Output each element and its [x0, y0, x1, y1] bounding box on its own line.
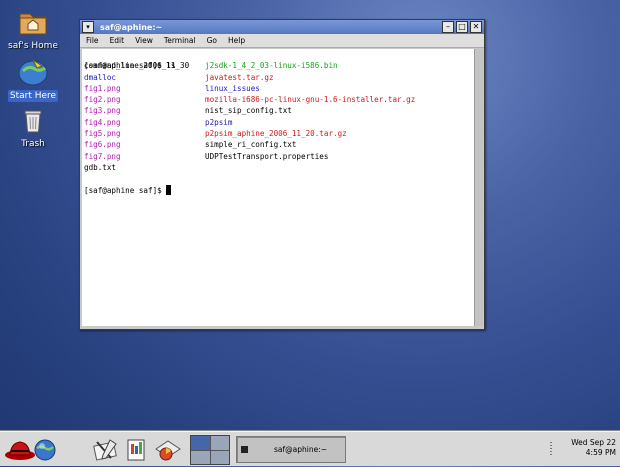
- ls-listing: command_line_2006_11_30 j2sdk-1_4_2_03-li…: [82, 60, 474, 173]
- file-entry: linux_issues: [205, 83, 260, 93]
- menu-terminal[interactable]: Terminal: [164, 36, 196, 45]
- file-entry: fig5.png: [84, 129, 121, 139]
- terminal-window: ▾ saf@aphine:~ – □ ✕ File Edit View Term…: [79, 19, 485, 330]
- file-entry: simple_ri_config.txt: [205, 140, 297, 150]
- text-cursor: [166, 184, 172, 195]
- file-entry: j2sdk-1_4_2_03-linux-i586.bin: [205, 61, 338, 71]
- ls-row: fig6.png simple_ri_config.txt: [82, 139, 474, 150]
- terminal-prompt: [saf@aphine saf]$: [84, 185, 167, 195]
- maximize-button[interactable]: □: [456, 21, 468, 33]
- close-button[interactable]: ✕: [470, 21, 482, 33]
- file-entry: fig1.png: [84, 83, 121, 93]
- file-entry: UDPTestTransport.properties: [205, 151, 329, 161]
- menu-help[interactable]: Help: [228, 36, 245, 45]
- window-title: saf@aphine:~: [100, 22, 163, 32]
- menu-go[interactable]: Go: [207, 36, 217, 45]
- minimize-button[interactable]: –: [442, 21, 454, 33]
- bottom-panel: saf@aphine:~ Wed Sep 22 4:59 PM: [0, 431, 620, 466]
- desktop-icon-trash[interactable]: Trash: [3, 104, 63, 150]
- workspace-3[interactable]: [191, 450, 210, 464]
- file-entry: fig4.png: [84, 117, 121, 127]
- terminal-prompt-line: [saf@aphine saf]$: [82, 173, 474, 195]
- clock-date: Wed Sep 22: [571, 438, 616, 447]
- ls-row: fig1.png linux_issues: [82, 83, 474, 94]
- file-entry: fig3.png: [84, 106, 121, 116]
- ls-row: fig4.png p2psim: [82, 117, 474, 128]
- file-entry: fig7.png: [84, 151, 121, 161]
- email-icon[interactable]: [92, 437, 120, 467]
- terminal-line: [saf@aphine saf]$ ls: [82, 49, 474, 70]
- ls-row: fig5.png p2psim_aphine_2006_11_20.tar.gz: [82, 128, 474, 139]
- ls-row: fig3.png nist_sip_config.txt: [82, 105, 474, 116]
- menu-view[interactable]: View: [135, 36, 153, 45]
- menu-edit[interactable]: Edit: [110, 36, 125, 45]
- ls-row: command_line_2006_11_30 j2sdk-1_4_2_03-li…: [82, 60, 474, 71]
- menu-file[interactable]: File: [86, 36, 99, 45]
- workspace-1[interactable]: [191, 436, 210, 450]
- start-here-icon: [16, 56, 50, 88]
- terminal-icon: [241, 446, 248, 453]
- window-titlebar[interactable]: ▾ saf@aphine:~ – □ ✕: [80, 20, 484, 34]
- ls-row: fig2.png mozilla-i686-pc-linux-gnu-1.6-in…: [82, 94, 474, 105]
- office-writer-icon[interactable]: [123, 437, 149, 467]
- window-controls: – □ ✕: [442, 21, 482, 33]
- terminal-scrollbar[interactable]: [474, 49, 483, 326]
- workspace-4[interactable]: [210, 450, 229, 464]
- file-entry: gdb.txt: [84, 162, 117, 172]
- ls-row: fig7.png UDPTestTransport.properties: [82, 151, 474, 162]
- file-entry: javatest.tar.gz: [205, 72, 274, 82]
- file-entry: command_line_2006_11_30: [84, 61, 190, 71]
- ls-row: gdb.txt: [82, 162, 474, 173]
- trash-icon: [16, 104, 50, 136]
- file-entry: p2psim: [205, 117, 233, 127]
- ls-row: dmalloc javatest.tar.gz: [82, 72, 474, 83]
- menu-bar: File Edit View Terminal Go Help: [80, 34, 484, 48]
- workspace-2[interactable]: [210, 436, 229, 450]
- file-entry: mozilla-i686-pc-linux-gnu-1.6-installer.…: [205, 95, 416, 105]
- workspace-switcher[interactable]: [190, 435, 230, 465]
- desktop-icon-label: Trash: [21, 139, 45, 149]
- file-entry: dmalloc: [84, 72, 117, 82]
- desktop-icon-label: Start Here: [7, 90, 59, 102]
- file-entry: p2psim_aphine_2006_11_20.tar.gz: [205, 129, 347, 139]
- web-browser-icon[interactable]: [32, 437, 58, 467]
- home-folder-icon: [16, 6, 50, 38]
- desktop-icon-home[interactable]: saf's Home: [3, 6, 63, 52]
- taskbar-button-terminal[interactable]: saf@aphine:~: [236, 436, 346, 463]
- presentation-icon[interactable]: [153, 437, 183, 467]
- terminal-output[interactable]: [saf@aphine saf]$ ls command_line_2006_1…: [82, 49, 474, 326]
- file-entry: fig6.png: [84, 140, 121, 150]
- clock-time: 4:59 PM: [585, 448, 616, 457]
- panel-handle[interactable]: [550, 442, 552, 457]
- clock[interactable]: Wed Sep 22 4:59 PM: [571, 438, 616, 458]
- desktop-icon-start-here[interactable]: Start Here: [3, 56, 63, 102]
- window-menu-button[interactable]: ▾: [82, 21, 94, 33]
- taskbar-button-label: saf@aphine:~: [274, 445, 328, 454]
- file-entry: nist_sip_config.txt: [205, 106, 292, 116]
- desktop-icon-label: saf's Home: [8, 41, 58, 51]
- file-entry: fig2.png: [84, 95, 121, 105]
